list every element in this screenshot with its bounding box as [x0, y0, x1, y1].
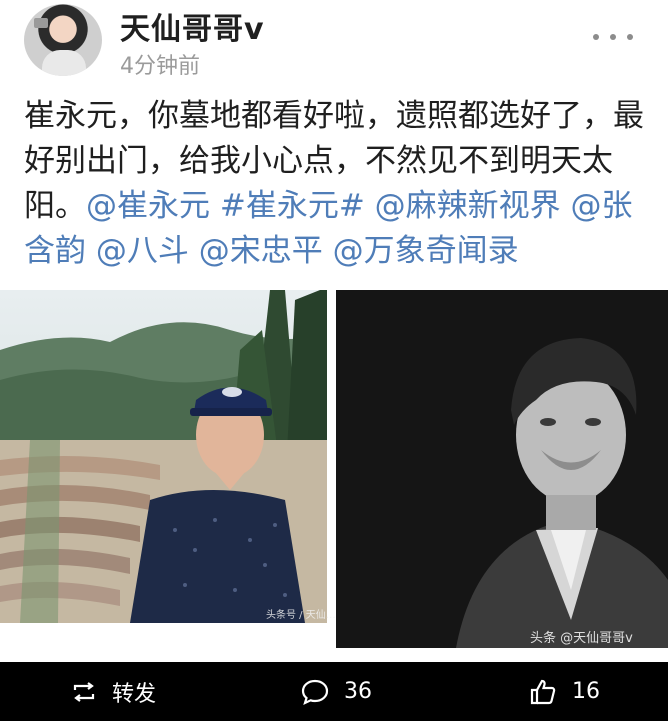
cemetery-photo — [0, 290, 327, 623]
mention-cuiyongyuan[interactable]: @崔永元 — [86, 188, 210, 224]
separator — [189, 233, 199, 269]
post-image-portrait[interactable] — [336, 290, 668, 648]
mention-malaxinshijie[interactable]: @麻辣新视界 — [375, 188, 561, 224]
weibo-post: 天仙哥哥v 4分钟前 崔永元，你墓地都看好啦，遗照都选好了，最好别出门，给我小心… — [0, 0, 668, 721]
avatar[interactable] — [24, 4, 102, 76]
comment-button[interactable]: 36 — [300, 662, 372, 721]
action-bar: 转发 36 16 — [0, 662, 668, 721]
post-timestamp: 4分钟前 — [120, 54, 200, 79]
repost-button[interactable]: 转发 — [70, 662, 156, 721]
avatar-sticker — [34, 18, 48, 28]
post-text: 崔永元，你墓地都看好啦，遗照都选好了，最好别出门，给我小心点，不然见不到明天太阳… — [24, 94, 649, 274]
separator — [323, 233, 333, 269]
comment-count: 36 — [344, 679, 372, 704]
thumbs-up-icon — [530, 679, 556, 704]
separator — [365, 188, 375, 224]
like-button[interactable]: 16 — [528, 662, 600, 721]
username[interactable]: 天仙哥哥v — [120, 4, 265, 48]
separator — [86, 233, 96, 269]
comment-icon — [301, 679, 329, 705]
image-watermark-right: 头条 @天仙哥哥v — [530, 631, 633, 646]
repost-icon — [73, 681, 95, 702]
hashtag-cuiyongyuan[interactable]: #崔永元# — [220, 188, 365, 224]
more-options-icon[interactable] — [593, 30, 633, 44]
like-count: 16 — [572, 679, 600, 704]
portrait-photo — [336, 290, 668, 648]
repost-label: 转发 — [112, 681, 157, 707]
mention-wanxiangqiwenlu[interactable]: @万象奇闻录 — [333, 233, 519, 269]
avatar-shirt — [42, 50, 86, 76]
separator — [561, 188, 571, 224]
separator — [210, 188, 220, 224]
mention-badou[interactable]: @八斗 — [96, 233, 189, 269]
image-watermark-left: 头条号 / 天仙… — [266, 610, 336, 621]
mention-songzhongping[interactable]: @宋忠平 — [199, 233, 323, 269]
post-image-cemetery[interactable] — [0, 290, 327, 623]
